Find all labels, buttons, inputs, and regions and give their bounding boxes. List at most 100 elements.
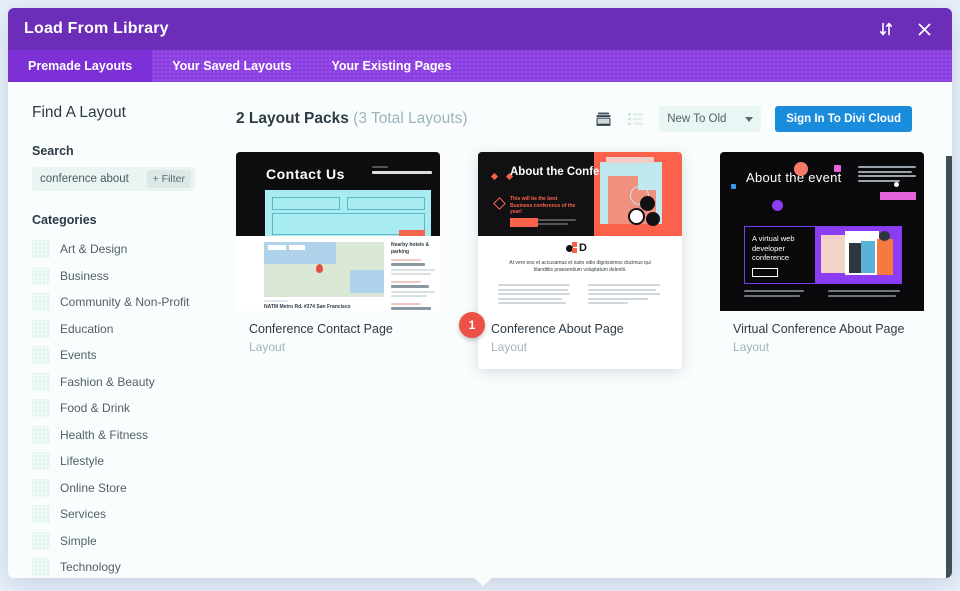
thumb-hero: Contact Us — [236, 152, 440, 236]
close-icon[interactable] — [914, 19, 934, 39]
thumb-contact-form — [265, 190, 431, 236]
checkbox-icon[interactable] — [32, 320, 50, 338]
category-label: Community & Non-Profit — [60, 295, 189, 309]
search-box[interactable]: + Filter — [32, 167, 195, 191]
search-input[interactable] — [40, 173, 138, 185]
titlebar-actions — [876, 19, 952, 39]
checkbox-icon[interactable] — [32, 452, 50, 470]
checkbox-icon[interactable] — [32, 426, 50, 444]
pack-count-label: 2 Layout Packs — [236, 110, 349, 127]
checkbox-icon[interactable] — [32, 240, 50, 258]
checkbox-icon[interactable] — [32, 399, 50, 417]
filter-button[interactable]: + Filter — [147, 170, 191, 188]
sort-select[interactable]: New To Old — [659, 106, 761, 132]
checkbox-icon[interactable] — [32, 479, 50, 497]
category-label: Lifestyle — [60, 454, 104, 468]
brand-logo-icon: D — [566, 242, 594, 256]
thumb-panel-left: A virtual web developer conference — [745, 227, 815, 283]
categories-label: Categories — [32, 213, 222, 227]
category-label: Business — [60, 269, 109, 283]
category-item-services[interactable]: Services — [24, 501, 222, 528]
thumb-hero-email — [372, 166, 432, 174]
sign-in-divi-cloud-button[interactable]: Sign In To Divi Cloud — [775, 106, 912, 132]
chevron-down-icon — [745, 117, 753, 122]
card-meta: Virtual Conference About Page Layout — [720, 311, 924, 369]
layout-card-conference-contact-page[interactable]: Contact Us — [236, 152, 440, 369]
checkbox-icon[interactable] — [32, 346, 50, 364]
category-item-business[interactable]: Business — [24, 263, 222, 290]
category-item-art-design[interactable]: Art & Design — [24, 236, 222, 263]
checkbox-icon[interactable] — [32, 373, 50, 391]
tab-your-saved-layouts[interactable]: Your Saved Layouts — [152, 50, 311, 82]
thumb-col-right — [588, 284, 660, 304]
list-view-icon[interactable] — [627, 111, 645, 127]
thumb-cta-button — [510, 218, 538, 227]
search-label: Search — [32, 144, 222, 158]
content-header: 2 Layout Packs (3 Total Layouts) — [236, 104, 952, 134]
thumb-panel-button — [752, 268, 778, 277]
card-inner: About the Conference This will be the be… — [478, 152, 682, 369]
card-meta: Conference About Page Layout — [478, 311, 682, 369]
thumb-cta-button — [880, 192, 916, 200]
sidebar-heading: Find A Layout — [32, 104, 222, 122]
thumb-hero-paragraph — [858, 166, 916, 182]
category-item-education[interactable]: Education — [24, 316, 222, 343]
modal-notch — [472, 576, 494, 586]
layout-card-virtual-conference-about-page[interactable]: About the event — [720, 152, 924, 369]
modal-titlebar: Load From Library — [8, 8, 952, 50]
category-label: Art & Design — [60, 242, 127, 256]
category-label: Education — [60, 322, 113, 336]
thumb-panel-illustration — [815, 227, 901, 283]
card-title: Conference About Page — [491, 322, 669, 336]
grid-view-icon[interactable] — [595, 111, 613, 127]
checkbox-icon[interactable] — [32, 267, 50, 285]
tab-premade-layouts[interactable]: Premade Layouts — [8, 50, 152, 82]
thumb-image-caption — [606, 157, 654, 163]
checkbox-icon[interactable] — [32, 293, 50, 311]
card-thumbnail: About the event — [720, 152, 924, 311]
category-item-lifestyle[interactable]: Lifestyle — [24, 448, 222, 475]
load-from-library-modal: Load From Library Premade Layouts — [8, 8, 952, 578]
thumb-caption-text: NATM Metro Rd. #374 San Francisco — [264, 304, 351, 310]
thumb-footer-left — [744, 290, 804, 297]
card-inner: About the event — [720, 152, 924, 369]
tab-bar: Premade Layouts Your Saved Layouts Your … — [8, 50, 952, 82]
category-label: Fashion & Beauty — [60, 375, 155, 389]
map-thumbnail-icon — [264, 242, 384, 297]
category-item-online-store[interactable]: Online Store — [24, 475, 222, 502]
category-item-fashion-beauty[interactable]: Fashion & Beauty — [24, 369, 222, 396]
sort-arrows-icon[interactable] — [876, 19, 896, 39]
category-item-simple[interactable]: Simple — [24, 528, 222, 555]
thumb-side-text: Nearby hotels & parking — [391, 242, 437, 310]
category-item-events[interactable]: Events — [24, 342, 222, 369]
thumb-hero: About the Conference This will be the be… — [478, 152, 682, 236]
thumb-map-section: Nearby hotels & parking — [236, 236, 440, 311]
checkbox-icon[interactable] — [32, 532, 50, 550]
tab-your-existing-pages[interactable]: Your Existing Pages — [311, 50, 471, 82]
category-item-technology[interactable]: Technology — [24, 554, 222, 578]
thumb-panel: A virtual web developer conference — [744, 226, 902, 284]
sort-select-value: New To Old — [667, 113, 726, 125]
vertical-scrollbar[interactable] — [946, 156, 952, 578]
layout-card-conference-about-page[interactable]: 1 About the Conference — [478, 152, 682, 369]
map-pin-icon — [316, 264, 323, 273]
content-tools: New To Old Sign In To Divi Cloud — [595, 106, 912, 132]
checkbox-icon[interactable] — [32, 558, 50, 576]
modal-body: Find A Layout Search + Filter Categories… — [8, 82, 952, 578]
thumb-caption: NATM Metro Rd. #374 San Francisco — [264, 300, 351, 310]
thumb-hero-subheading-text: This will be the best Business conferenc… — [510, 196, 580, 216]
category-item-food-drink[interactable]: Food & Drink — [24, 395, 222, 422]
checkbox-icon[interactable] — [32, 505, 50, 523]
pack-count: 2 Layout Packs (3 Total Layouts) — [236, 110, 467, 128]
sidebar: Find A Layout Search + Filter Categories… — [8, 82, 222, 578]
card-subtitle: Layout — [491, 340, 669, 354]
thumb-section-heading: Nearby hotels & parking — [391, 242, 437, 255]
thumb-panel-heading: A virtual web developer conference — [752, 234, 815, 263]
category-label: Technology — [60, 560, 121, 574]
step-badge: 1 — [459, 312, 485, 338]
card-title: Virtual Conference About Page — [733, 322, 911, 336]
category-item-community-non-profit[interactable]: Community & Non-Profit — [24, 289, 222, 316]
category-item-health-fitness[interactable]: Health & Fitness — [24, 422, 222, 449]
thumb-hero: About the event — [720, 152, 924, 311]
category-label: Health & Fitness — [60, 428, 148, 442]
